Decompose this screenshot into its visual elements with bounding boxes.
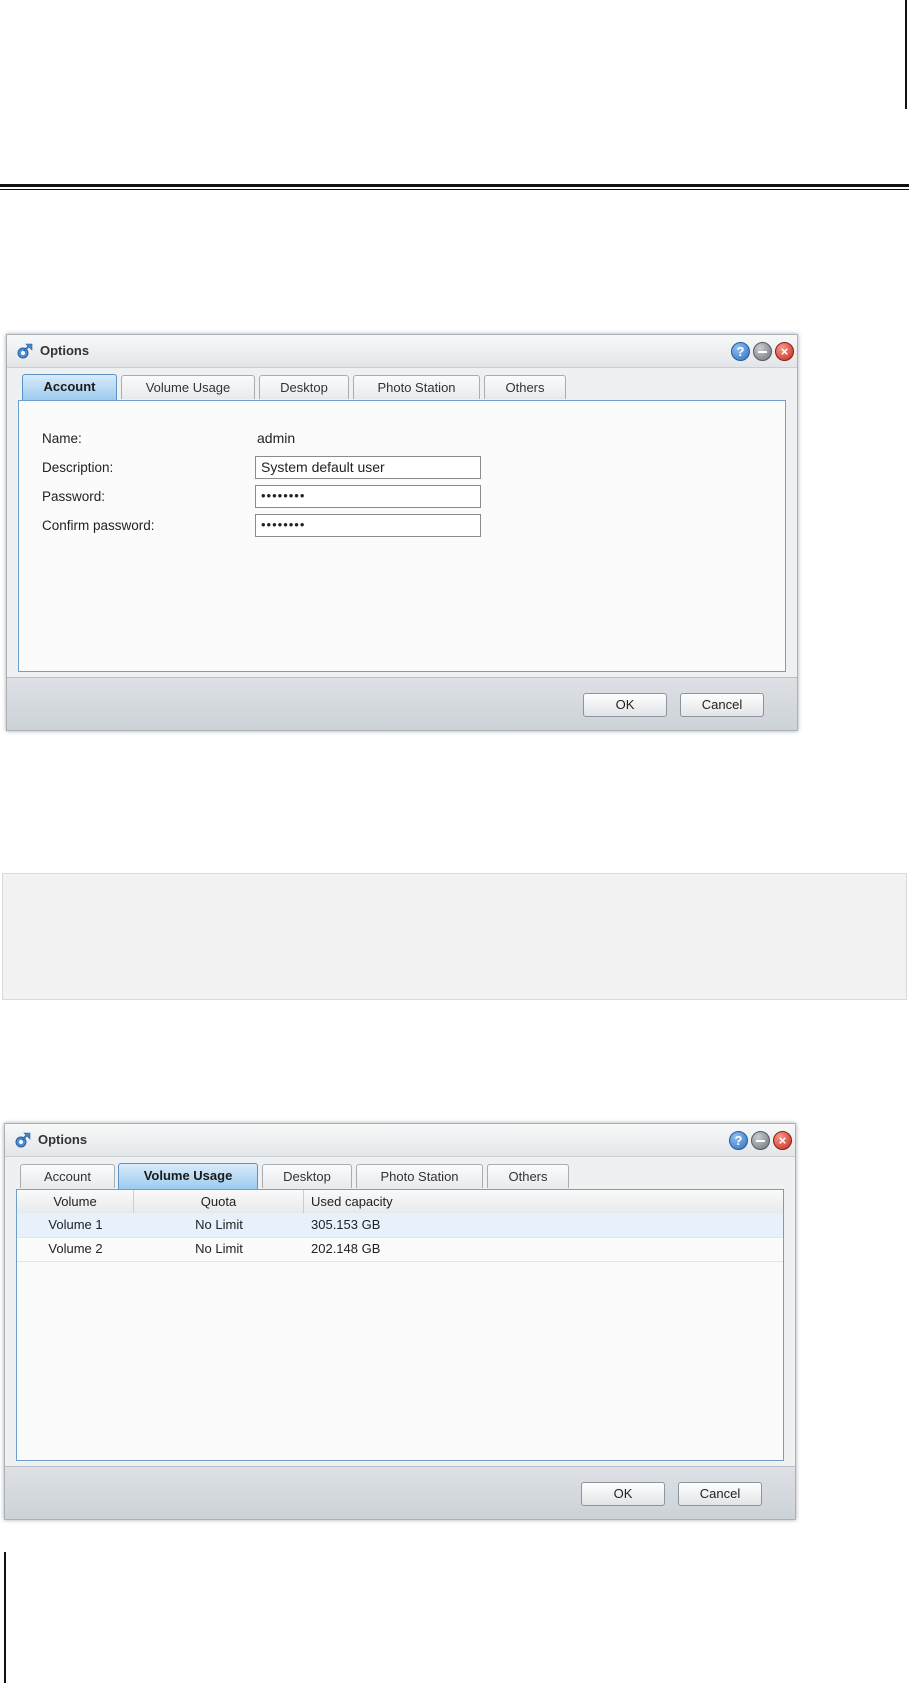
table-header: Volume Quota Used capacity <box>17 1190 783 1214</box>
table-row[interactable]: Volume 1 No Limit 305.153 GB <box>17 1213 783 1238</box>
description-label: Description: <box>42 460 114 475</box>
confirm-password-label: Confirm password: <box>42 518 155 533</box>
dialog-titlebar[interactable]: Options ? × <box>5 1124 795 1157</box>
page-edge-line-bottom <box>4 1552 6 1683</box>
section-divider <box>0 184 909 187</box>
minimize-icon[interactable] <box>751 1131 770 1150</box>
table-row[interactable]: Volume 2 No Limit 202.148 GB <box>17 1237 783 1262</box>
name-label: Name: <box>42 431 82 446</box>
dialog-titlebar[interactable]: Options ? × <box>7 335 797 368</box>
password-label: Password: <box>42 489 106 504</box>
note-box <box>2 873 907 1000</box>
cell-quota: No Limit <box>195 1217 243 1232</box>
dialog-title: Options <box>40 343 90 358</box>
close-icon[interactable]: × <box>773 1131 792 1150</box>
cell-quota: No Limit <box>195 1241 243 1256</box>
help-icon[interactable]: ? <box>729 1131 748 1150</box>
description-field[interactable]: System default user <box>255 456 481 479</box>
cancel-button[interactable]: Cancel <box>680 693 764 717</box>
tab-account[interactable]: Account <box>22 374 117 400</box>
column-header-used-capacity[interactable]: Used capacity <box>311 1190 611 1213</box>
options-dialog-account: Options ? × Account Volume Usage Desktop… <box>6 334 798 731</box>
password-field[interactable]: •••••••• <box>255 485 481 508</box>
cell-used-capacity: 202.148 GB <box>311 1241 381 1256</box>
cell-volume: Volume 2 <box>48 1241 103 1256</box>
minimize-icon[interactable] <box>753 342 772 361</box>
tab-desktop[interactable]: Desktop <box>262 1164 352 1188</box>
close-icon[interactable]: × <box>775 342 794 361</box>
tab-account[interactable]: Account <box>20 1164 115 1188</box>
ok-button[interactable]: OK <box>583 693 667 717</box>
page-edge-line-top <box>905 0 907 109</box>
cancel-button[interactable]: Cancel <box>678 1482 762 1506</box>
column-header-volume[interactable]: Volume <box>17 1190 134 1213</box>
tab-volume-usage[interactable]: Volume Usage <box>121 375 255 399</box>
ok-button[interactable]: OK <box>581 1482 665 1506</box>
options-dialog-volume-usage: Options ? × Account Volume Usage Desktop… <box>4 1123 796 1520</box>
dialog-title: Options <box>38 1132 88 1147</box>
tab-others[interactable]: Others <box>484 375 566 399</box>
section-divider-thin <box>0 189 909 190</box>
account-panel: Name: admin Description: System default … <box>18 400 786 672</box>
dialog-footer: OK Cancel <box>7 677 797 730</box>
dialog-footer: OK Cancel <box>5 1466 795 1519</box>
cell-volume: Volume 1 <box>48 1217 103 1232</box>
tab-photo-station[interactable]: Photo Station <box>356 1164 483 1188</box>
help-icon[interactable]: ? <box>731 342 750 361</box>
cell-used-capacity: 305.153 GB <box>311 1217 381 1232</box>
confirm-password-field[interactable]: •••••••• <box>255 514 481 537</box>
tab-volume-usage[interactable]: Volume Usage <box>118 1163 258 1189</box>
volume-usage-panel: Volume Quota Used capacity Volume 1 No L… <box>16 1189 784 1461</box>
column-header-quota[interactable]: Quota <box>134 1190 304 1213</box>
tab-others[interactable]: Others <box>487 1164 569 1188</box>
tab-desktop[interactable]: Desktop <box>259 375 349 399</box>
tab-photo-station[interactable]: Photo Station <box>353 375 480 399</box>
options-gear-icon <box>15 1132 31 1148</box>
name-value: admin <box>257 430 296 446</box>
options-gear-icon <box>17 343 33 359</box>
